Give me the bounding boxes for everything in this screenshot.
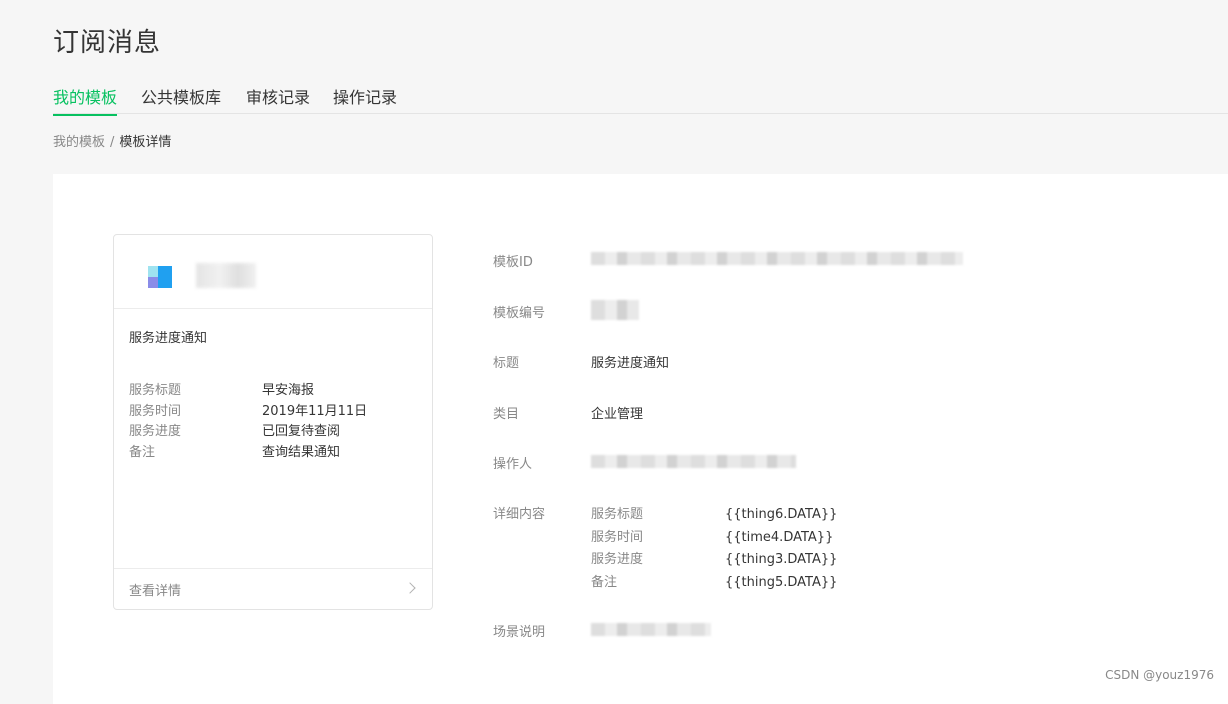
- watermark: CSDN @youz1976: [1105, 668, 1214, 682]
- template-id-redacted: [591, 252, 963, 265]
- template-id-label: 模板ID: [493, 255, 533, 270]
- tab-bar: 我的模板 公共模板库 审核记录 操作记录: [53, 84, 1228, 116]
- card-title: 服务进度通知: [129, 331, 208, 346]
- content-rows: 服务标题 {{thing6.DATA}} 服务时间 {{time4.DATA}} 服…: [591, 503, 837, 594]
- title-value: 服务进度通知: [591, 356, 670, 371]
- app-logo-icon: [148, 266, 172, 288]
- card-field-row: 备注 查询结果通知: [129, 445, 341, 461]
- tab-operation-records[interactable]: 操作记录: [333, 84, 397, 114]
- title-label: 标题: [493, 356, 520, 371]
- card-field-row: 服务进度 已回复待查阅: [129, 424, 341, 440]
- page-title: 订阅消息: [53, 28, 162, 58]
- operator-redacted: [591, 455, 796, 468]
- tab-my-templates[interactable]: 我的模板: [53, 84, 118, 116]
- breadcrumb-parent-link[interactable]: 我的模板: [53, 135, 105, 150]
- card-field-row: 服务时间 2019年11月11日: [129, 403, 368, 419]
- scene-redacted: [591, 623, 711, 636]
- content-label: 详细内容: [493, 507, 546, 522]
- breadcrumb: 我的模板 / 模板详情: [53, 131, 171, 150]
- category-value: 企业管理: [591, 407, 644, 422]
- operator-label: 操作人: [493, 457, 533, 472]
- breadcrumb-separator: /: [110, 135, 115, 150]
- card-header: [114, 235, 432, 309]
- tab-review-records[interactable]: 审核记录: [246, 84, 310, 114]
- breadcrumb-current: 模板详情: [119, 135, 172, 150]
- card-fields: 服务标题 早安海报 服务时间 2019年11月11日 服务进度 已回复待查阅 备注 查询…: [129, 379, 367, 462]
- content-row: 服务标题 {{thing6.DATA}}: [591, 507, 838, 522]
- content-row: 服务时间 {{time4.DATA}}: [591, 529, 834, 545]
- tab-public-library[interactable]: 公共模板库: [141, 84, 221, 114]
- content-row: 服务进度 {{thing3.DATA}}: [591, 552, 838, 568]
- app-name-redacted: [196, 263, 256, 288]
- template-preview-card: 服务进度通知 服务标题 早安海报 服务时间 2019年11月11日 服务进度 已回复待…: [113, 234, 433, 610]
- content-row: 备注 {{thing5.DATA}}: [591, 575, 838, 591]
- template-no-label: 模板编号: [493, 306, 546, 321]
- detail-panel: 服务进度通知 服务标题 早安海报 服务时间 2019年11月11日 服务进度 已回复待…: [53, 174, 1228, 704]
- scene-label: 场景说明: [493, 625, 546, 640]
- card-footer[interactable]: 查看详情: [114, 568, 432, 609]
- category-label: 类目: [493, 407, 520, 422]
- card-field-row: 服务标题 早安海报: [129, 383, 315, 398]
- view-details-link[interactable]: 查看详情: [129, 580, 181, 599]
- chevron-right-icon: [404, 582, 416, 594]
- template-no-redacted: [591, 300, 639, 320]
